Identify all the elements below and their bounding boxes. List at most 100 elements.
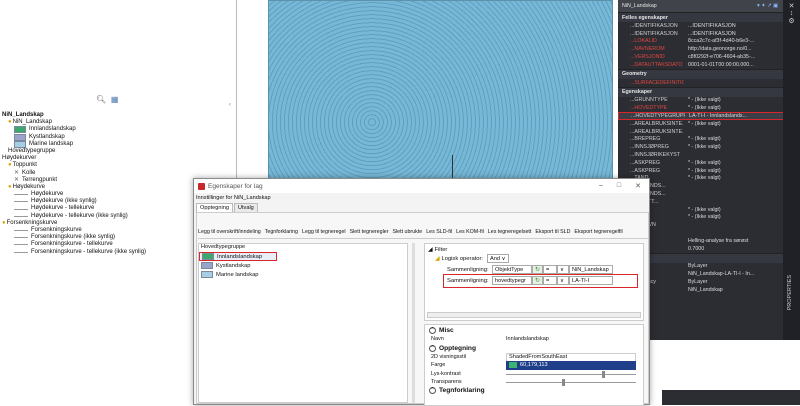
property-row[interactable]: ...IDENTIFIKASJON ...IDENTIFIKASJON: [618, 30, 800, 38]
select-objects-icon[interactable]: ▾ ✦ ↗ ▣: [757, 3, 778, 9]
tree-item[interactable]: Høydekurve - tellekurve (ikke synlig): [2, 213, 146, 220]
layer-selector[interactable]: NiN_Landskap ▾ ✦ ↗ ▣: [618, 0, 800, 12]
toolbar-button[interactable]: Eksport tegneregelfil: [574, 229, 622, 238]
tree-item-label: Forsenkningskurve - tellekurve: [31, 241, 113, 248]
gear-icon[interactable]: ⚙: [783, 17, 800, 25]
close-icon[interactable]: ✕: [783, 2, 800, 10]
property-section[interactable]: Egenskaper: [618, 86, 800, 97]
operator-dropdown-2[interactable]: ∨: [557, 276, 569, 285]
pin-icon[interactable]: ↕: [783, 10, 800, 17]
logic-operator-label: Logisk operator:: [441, 255, 484, 262]
style-list-item[interactable]: Innlandslandskap: [199, 252, 277, 261]
tree-item[interactable]: Høydekurve: [2, 191, 146, 198]
tree-item[interactable]: ● Forsenkningskurve: [2, 220, 146, 227]
layer-properties-dialog: Egenskaper for lag – □ ✕ Innstillinger f…: [193, 178, 650, 406]
collapse-misc-icon[interactable]: ⌃: [429, 326, 436, 334]
minimize-icon[interactable]: –: [599, 182, 603, 190]
close-icon[interactable]: ✕: [635, 182, 641, 190]
property-row[interactable]: ...LOKALID 8cca2c7c-af3f-4d40-b6e3-...: [618, 38, 800, 46]
property-row[interactable]: ...SURFACEDEFINITION: [618, 79, 800, 87]
tree-item[interactable]: Forsenkningskurve - tellekurve (ikke syn…: [2, 249, 146, 256]
field-select-2[interactable]: hovedtypegr: [492, 276, 532, 285]
collapse-tegn-icon[interactable]: ⌃: [429, 387, 436, 395]
property-section[interactable]: Geometry: [618, 68, 800, 79]
field-select-1[interactable]: ObjektType: [492, 265, 532, 274]
property-row[interactable]: ...BREPREG * - (Ikke valgt): [618, 136, 800, 144]
toolbar-button[interactable]: Les SLD-fil: [426, 229, 452, 238]
layer-icon: ●: [8, 119, 12, 126]
toolbar-button[interactable]: Eksport til SLD: [535, 229, 570, 238]
toolbar-button[interactable]: Les tegneregelsett: [488, 229, 532, 238]
property-row[interactable]: ...DATAUTTAKSDATO 0001-01-01T00:00:00.000…: [618, 61, 800, 69]
property-row[interactable]: ...INNSJØRIKEKYST: [618, 151, 800, 159]
tree-item[interactable]: Høydekurve - tellekurve: [2, 205, 146, 212]
style-list-item[interactable]: Marine landskap: [199, 270, 407, 279]
style-item-label: Kystlandskap: [216, 262, 251, 269]
lys-kontrast-slider[interactable]: [506, 370, 636, 378]
operator-select-1[interactable]: =: [543, 265, 557, 274]
tree-item[interactable]: Forsenkningskurve: [2, 227, 146, 234]
collapse-opptegning-icon[interactable]: ⌃: [429, 344, 436, 352]
tree-item[interactable]: Høydekurve (ikke synlig): [2, 198, 146, 205]
tree-item[interactable]: ● Toppunkt: [2, 162, 146, 169]
refresh-button-2[interactable]: ↻: [532, 276, 543, 285]
property-row[interactable]: ...HOVEDTYPE * - (Ikke valgt): [618, 104, 800, 112]
property-key: ...INNSJØPREG: [630, 144, 669, 151]
tree-item[interactable]: ✕ Terrengpunkt: [2, 177, 146, 184]
splitter[interactable]: [412, 243, 415, 403]
toolbar-button[interactable]: Legg til overskrift/inndeling: [198, 229, 261, 238]
property-row[interactable]: ...NAVNEROM http://data.geonorge.no/0...: [618, 45, 800, 53]
prop-trans-label: Transparens: [431, 378, 462, 385]
maximize-icon[interactable]: □: [617, 182, 621, 190]
property-value[interactable]: LA-TI-I - Innlandslands...: [685, 113, 799, 119]
property-row[interactable]: ...IDENTIFIKASJON ...IDENTIFIKASJON: [618, 22, 800, 30]
tree-item[interactable]: Forsenkningskurve (ikke synlig): [2, 234, 146, 241]
property-row[interactable]: ...ÅSKPREG * - (Ikke valgt): [618, 167, 800, 175]
line-symbol-icon: [14, 215, 28, 217]
toolbar-button[interactable]: Tegnforklaring: [265, 229, 298, 238]
tree-item[interactable]: NiN_Landskap: [2, 112, 146, 119]
value-input-2[interactable]: LA-TI-I: [569, 276, 613, 285]
toolbar-button[interactable]: Slett ubrukte: [392, 229, 422, 238]
operator-select-2[interactable]: =: [543, 276, 557, 285]
filter-icon[interactable]: ▦: [111, 95, 119, 104]
style-list-item[interactable]: Kystlandskap: [199, 261, 407, 270]
property-section[interactable]: Felles egenskaper: [618, 12, 800, 22]
tree-item[interactable]: Kystlandskap: [2, 134, 146, 141]
value-text-1: NiN_Landskap: [572, 266, 609, 273]
tab-utvalg[interactable]: Utvalg: [233, 203, 258, 212]
tree-item[interactable]: ✕ Kolle: [2, 170, 146, 177]
collapse-icon[interactable]: ‹: [229, 102, 235, 108]
tree-item[interactable]: Høydekurver: [2, 155, 146, 162]
value-input-1[interactable]: NiN_Landskap: [569, 265, 613, 274]
operator-dropdown-1[interactable]: ∨: [557, 265, 569, 274]
tree-item[interactable]: Hovedtypegruppe: [2, 148, 146, 155]
property-row[interactable]: ...INNSJØPREG * - (Ikke valgt): [618, 143, 800, 151]
property-row[interactable]: ...ÅSKPREG * - (Ikke valgt): [618, 159, 800, 167]
tree-item[interactable]: Forsenkningskurve - tellekurve: [2, 241, 146, 248]
property-row[interactable]: ...AREALBRUKSINTE...: [618, 128, 800, 136]
property-row[interactable]: ...VERSJONID c8f0292f-e706-4604-ab35-...: [618, 53, 800, 61]
transparens-slider[interactable]: [506, 378, 636, 386]
property-row[interactable]: ...AREALBRUKSINTE... * - (Ikke valgt): [618, 120, 800, 128]
toolbar-button[interactable]: Legg til tegneregel: [302, 229, 346, 238]
toolbar-button[interactable]: Slett tegneregler: [350, 229, 389, 238]
logic-operator-select[interactable]: And ∨: [487, 254, 509, 263]
tree-item[interactable]: ● NiN_Landskap: [2, 119, 146, 126]
filter-scrollbar[interactable]: [427, 312, 641, 318]
property-row[interactable]: ...HOVEDTYPEGRUPPE LA-TI-I - Innlandsland…: [618, 112, 800, 120]
tree-search-bar[interactable]: 🔍︎ ▦: [96, 95, 118, 104]
tab-opptegning[interactable]: Opptegning: [196, 203, 233, 212]
refresh-button-1[interactable]: ↻: [532, 265, 543, 274]
search-icon[interactable]: 🔍︎: [96, 95, 106, 104]
tree-item[interactable]: ● Høydekurve: [2, 184, 146, 191]
tree-item[interactable]: Innlandslandskap: [2, 126, 146, 134]
property-key: ...ÅSKPREG: [630, 167, 661, 174]
toolbar-button[interactable]: Les KOM-fil: [456, 229, 484, 238]
property-row[interactable]: ...GRUNNTYPE * - (Ikke valgt): [618, 97, 800, 105]
tree-item[interactable]: Marine landskap: [2, 141, 146, 148]
prop-farge-select[interactable]: 60,179,113: [506, 360, 636, 370]
value-text-2: LA-TI-I: [572, 277, 590, 284]
field-value-2: hovedtypegr: [495, 277, 526, 284]
prop-navn-value[interactable]: Innlandslandskap: [506, 336, 549, 342]
